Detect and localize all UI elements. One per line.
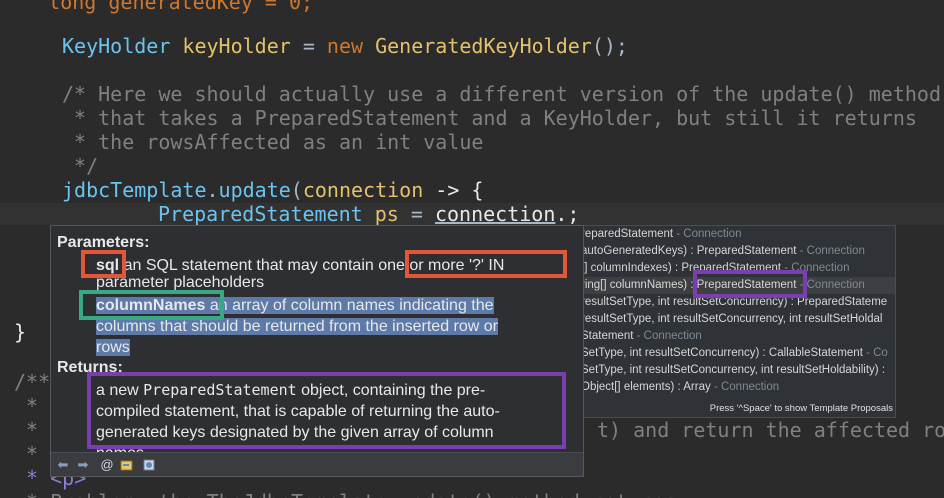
comment-line-3: * the rowsAffected as an int value xyxy=(62,130,484,154)
javadoc-line-3-tail: t) and return the affected row xyxy=(597,418,944,442)
completion-item[interactable]: resultSetType, int resultSetConcurrency,… xyxy=(575,311,895,328)
javadoc-popup[interactable]: Parameters: sql an SQL statement that ma… xyxy=(50,225,584,477)
code-line-0: long generatedKey = 0; xyxy=(0,0,314,14)
completion-footer-hint: Press '^Space' to show Template Proposal… xyxy=(575,401,895,417)
returns-line-2: compiled statement, that is capable of r… xyxy=(96,403,500,420)
forward-arrow-icon[interactable]: ➡ xyxy=(75,457,91,473)
comment-line-2: * that takes a PreparedStatement and a K… xyxy=(62,106,917,130)
javadoc-line-6: * Problem: the TheJdbcTemplate.update() … xyxy=(14,490,676,498)
code-line-prepared-statement[interactable]: PreparedStatement ps = connection.; xyxy=(158,202,579,226)
completion-item[interactable]: SetType, int resultSetConcurrency, int r… xyxy=(575,362,895,379)
param-columnnames: columnNames an array of column names ind… xyxy=(96,297,494,314)
completion-item[interactable]: reparedStatement - Connection xyxy=(575,226,895,243)
parameters-header: Parameters: xyxy=(57,234,150,251)
completion-item-selected[interactable]: ring[] columnNames) : PreparedStatement … xyxy=(575,277,895,294)
comment-line-1: /* Here we should actually use a differe… xyxy=(62,82,941,106)
back-arrow-icon[interactable]: ⬅ xyxy=(55,457,71,473)
comment-line-4: */ xyxy=(62,154,99,178)
completion-item[interactable]: resultSetType, int resultSetConcurrency)… xyxy=(575,294,895,311)
at-sign-icon[interactable]: @ xyxy=(99,457,115,473)
open-declaration-icon[interactable] xyxy=(119,457,135,473)
javadoc-toolbar: ⬅ ➡ @ xyxy=(51,452,583,476)
closing-brace: } xyxy=(14,320,27,344)
code-line-keyholder: KeyHolder keyHolder = new GeneratedKeyHo… xyxy=(62,34,628,58)
returns-line-3: generated keys designated by the given a… xyxy=(96,424,494,441)
completion-item[interactable]: [] columnIndexes) : PreparedStatement - … xyxy=(575,260,895,277)
param-columnnames-desc-3: rows xyxy=(96,339,130,356)
code-line-update: jdbcTemplate.update(connection -> { xyxy=(62,178,484,202)
returns-line-1: a new PreparedStatement object, containi… xyxy=(96,381,486,399)
completion-item[interactable]: autoGeneratedKeys) : PreparedStatement -… xyxy=(575,243,895,260)
completion-item[interactable]: Statement - Connection xyxy=(575,328,895,345)
javadoc-line-4: * xyxy=(14,442,39,466)
external-doc-icon[interactable] xyxy=(141,457,157,473)
completion-item[interactable]: Object[] elements) : Array - Connection xyxy=(575,379,895,396)
completion-list[interactable]: reparedStatement - Connection autoGenera… xyxy=(574,225,896,418)
javadoc-line-1: /** xyxy=(14,370,51,394)
returns-header: Returns: xyxy=(57,359,123,376)
javadoc-line-3: * xyxy=(14,418,39,442)
param-columnnames-desc-2: columns that should be returned from the… xyxy=(96,318,498,335)
javadoc-line-2: * xyxy=(14,394,39,418)
completion-item[interactable]: SetType, int resultSetConcurrency) : Cal… xyxy=(575,345,895,362)
param-sql-desc-2: parameter placeholders xyxy=(96,274,265,291)
param-columnnames-name: columnNames xyxy=(96,297,206,314)
